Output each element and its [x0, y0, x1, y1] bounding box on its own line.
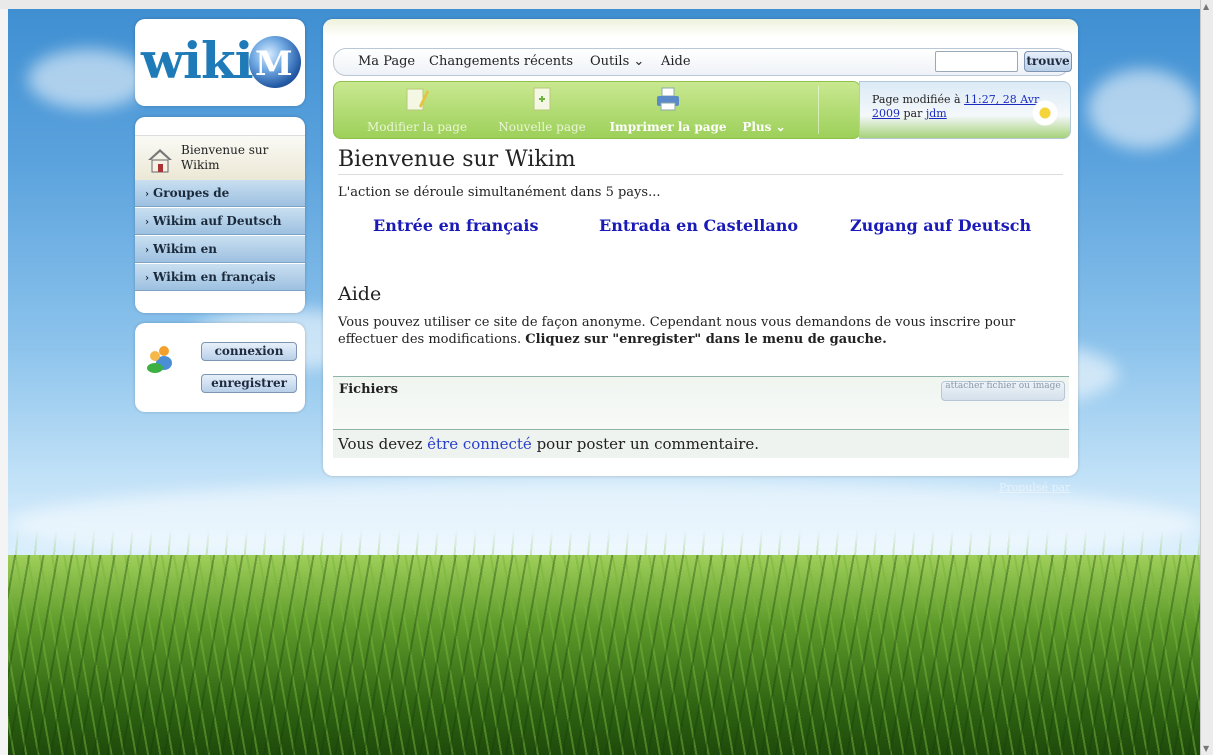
- sidebar-item-home[interactable]: Bienvenue sur Wikim: [135, 135, 305, 181]
- login-button[interactable]: connexion: [201, 342, 297, 361]
- logo[interactable]: wiki: [141, 33, 254, 89]
- page-modified-info: Page modifiée à 11:27, 28 Avr 2009 par j…: [859, 81, 1071, 139]
- powered-by-link[interactable]: Propulsé par: [999, 481, 1070, 494]
- attach-file-button[interactable]: attacher fichier ou image: [941, 381, 1065, 401]
- vertical-scrollbar[interactable]: ▲ ▼: [1200, 0, 1213, 755]
- print-page-button[interactable]: Imprimer la page: [604, 82, 732, 138]
- modified-user-link[interactable]: jdm: [926, 107, 947, 120]
- menu-changements-recents[interactable]: Changements récents: [429, 54, 573, 69]
- sidebar-navigation: Bienvenue sur Wikim › Groupes de › Wikim a…: [135, 117, 305, 313]
- link-castellano[interactable]: Entrada en Castellano: [599, 216, 798, 235]
- printer-icon: [657, 87, 679, 111]
- files-section: Fichiers attacher fichier ou image: [333, 376, 1069, 429]
- logo-card[interactable]: wiki M: [135, 19, 305, 106]
- help-bold-instruction: Cliquez sur "enregister" dans le menu de…: [525, 332, 887, 347]
- intro-text: L'action se déroule simultanément dans 5…: [338, 185, 661, 200]
- login-link[interactable]: être connecté: [427, 435, 532, 453]
- edit-page-button[interactable]: Modifier la page: [356, 82, 478, 138]
- menu-aide[interactable]: Aide: [661, 54, 691, 69]
- sidebar-item-groupes[interactable]: › Groupes de: [135, 180, 305, 207]
- help-heading: Aide: [338, 283, 382, 305]
- logo-globe-icon: M: [249, 36, 301, 88]
- new-page-icon: [533, 87, 551, 111]
- toolbar-divider: [818, 86, 819, 134]
- chevron-right-icon: ›: [145, 217, 149, 228]
- top-menu-bar: Ma Page Changements récents Outils ⌄ Aid…: [333, 48, 1072, 76]
- edit-page-icon: [406, 88, 429, 111]
- sidebar-item-home-label: Bienvenue sur Wikim: [181, 143, 269, 172]
- title-divider: [338, 174, 1063, 175]
- menu-outils[interactable]: Outils ⌄: [590, 54, 644, 69]
- chevron-right-icon: ›: [145, 189, 149, 200]
- more-menu-button[interactable]: Plus ⌄: [734, 82, 794, 138]
- search-input[interactable]: [935, 51, 1018, 72]
- chevron-down-icon: ⌄: [633, 54, 645, 69]
- daisy-icon: [1032, 100, 1058, 126]
- login-card: connexion enregistrer: [135, 323, 305, 412]
- sidebar-item-francais[interactable]: › Wikim en français: [135, 264, 305, 291]
- link-francais[interactable]: Entrée en français: [373, 216, 538, 235]
- page-title: Bienvenue sur Wikim: [338, 147, 576, 172]
- main-header-strip: [323, 19, 1078, 37]
- help-text: Vous pouvez utiliser ce site de façon an…: [338, 315, 1016, 347]
- home-icon: [148, 149, 172, 173]
- search-button[interactable]: trouve: [1024, 51, 1072, 72]
- register-button[interactable]: enregistrer: [201, 374, 297, 393]
- sidebar-item-en[interactable]: › Wikim en: [135, 236, 305, 263]
- files-heading: Fichiers: [339, 382, 398, 397]
- chevron-right-icon: ›: [145, 245, 149, 256]
- comment-section: Vous devez être connecté pour poster un …: [333, 429, 1069, 458]
- chevron-right-icon: ›: [145, 273, 149, 284]
- main-content: Ma Page Changements récents Outils ⌄ Aid…: [323, 19, 1078, 476]
- page-toolbar: Modifier la page Nouvelle page Imprimer …: [333, 81, 861, 139]
- link-deutsch[interactable]: Zugang auf Deutsch: [850, 216, 1031, 235]
- menu-ma-page[interactable]: Ma Page: [358, 54, 415, 69]
- users-icon: [147, 346, 172, 373]
- sidebar-item-deutsch[interactable]: › Wikim auf Deutsch: [135, 208, 305, 235]
- new-page-button[interactable]: Nouvelle page: [490, 82, 594, 138]
